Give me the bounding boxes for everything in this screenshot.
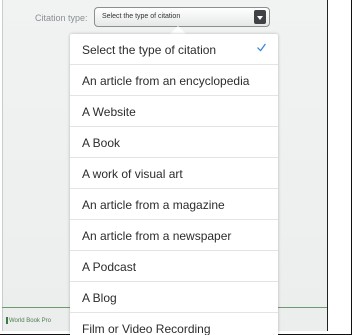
chevron-down-icon <box>254 10 266 24</box>
dropdown-option-label: An article from a magazine <box>82 198 225 212</box>
dropdown-option[interactable]: Select the type of citation <box>70 34 278 65</box>
dropdown-option[interactable]: A Website <box>70 96 278 127</box>
dropdown-option-label: A Website <box>82 105 136 119</box>
citation-type-select-value: Select the type of citation <box>102 13 181 20</box>
dropdown-option[interactable]: A work of visual art <box>70 158 278 189</box>
checkmark-icon <box>257 43 266 52</box>
footer-brand-logo[interactable]: World Book Pro <box>6 317 51 324</box>
dropdown-option-label: An article from a newspaper <box>82 229 232 243</box>
dropdown-option[interactable]: An article from a magazine <box>70 189 278 220</box>
dropdown-option[interactable]: A Book <box>70 127 278 158</box>
dropdown-option[interactable]: Film or Video Recording <box>70 313 278 335</box>
dropdown-option[interactable]: An article from an encyclopedia <box>70 65 278 96</box>
left-divider <box>2 0 3 331</box>
citation-type-dropdown: Select the type of citation An article f… <box>70 34 278 335</box>
popover-arrow <box>170 26 186 34</box>
dropdown-option[interactable]: An article from a newspaper <box>70 220 278 251</box>
footer-brand-text: World Book Pro <box>9 318 51 325</box>
brand-mark-icon <box>6 317 8 324</box>
dropdown-option-label: A Podcast <box>82 260 137 274</box>
dropdown-option-label: Select the type of citation <box>82 43 217 57</box>
dropdown-option-label: Film or Video Recording <box>82 322 211 335</box>
dropdown-option[interactable]: A Blog <box>70 282 278 313</box>
dropdown-option-label: A work of visual art <box>82 167 183 181</box>
dropdown-option-label: A Book <box>82 136 121 150</box>
dropdown-option-label: An article from an encyclopedia <box>82 74 250 88</box>
citation-type-select[interactable]: Select the type of citation <box>94 7 270 27</box>
citation-type-label: Citation type: <box>35 13 88 23</box>
dropdown-option-label: A Blog <box>82 291 117 305</box>
dropdown-option[interactable]: A Podcast <box>70 251 278 282</box>
